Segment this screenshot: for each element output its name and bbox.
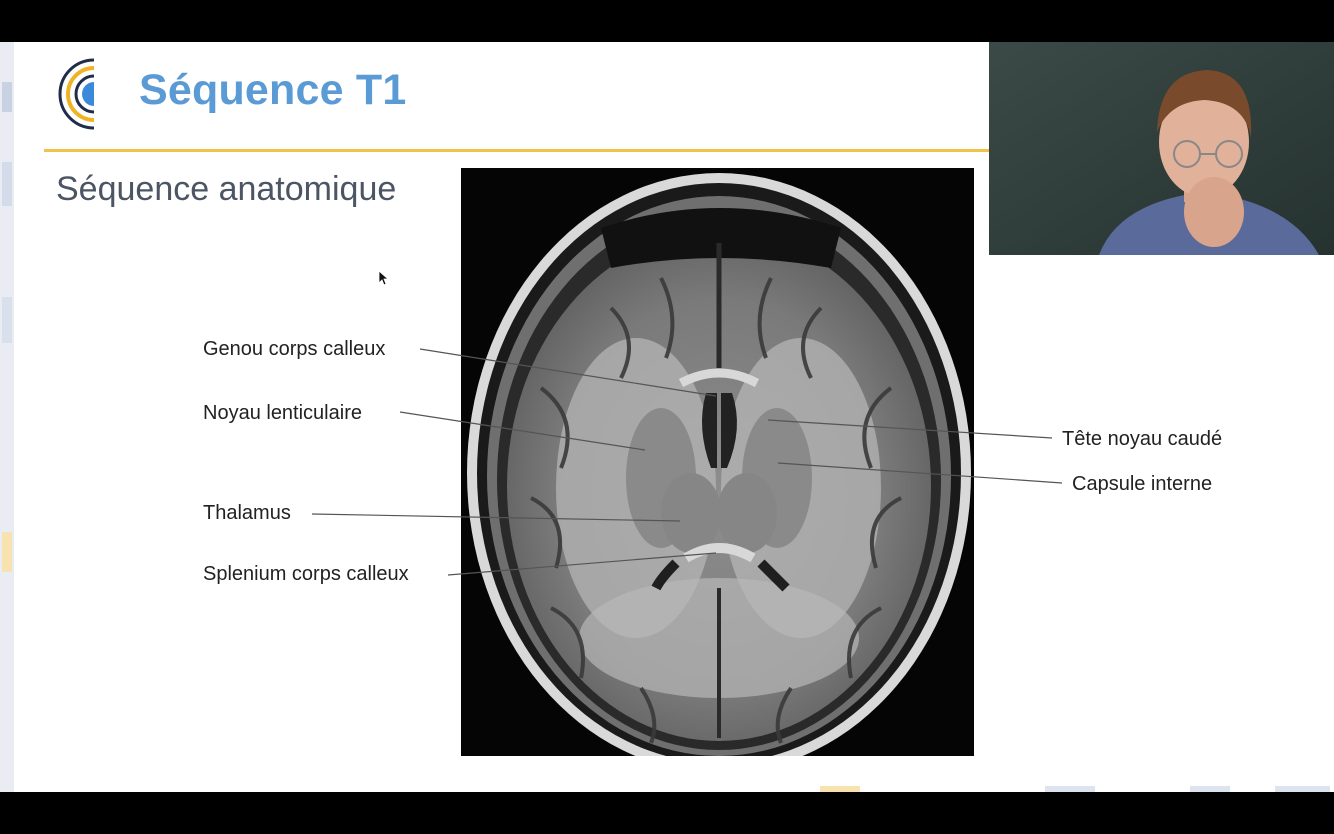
label-genou-corps-calleux: Genou corps calleux (203, 338, 386, 360)
label-tete-noyau-caude: Tête noyau caudé (1062, 428, 1223, 450)
label-splenium-corps-calleux: Splenium corps calleux (203, 563, 409, 585)
presentation-slide: Séquence T1 Séquence anatomique Genou co… (0, 42, 1334, 792)
logo-icon (58, 58, 95, 130)
slide-subtitle: Séquence anatomique (56, 170, 397, 208)
slide-left-edge (0, 42, 14, 792)
label-capsule-interne: Capsule interne (1072, 473, 1213, 495)
mouse-cursor-icon (379, 271, 389, 286)
label-thalamus: Thalamus (203, 502, 291, 524)
mri-axial-image (461, 168, 974, 773)
title-divider (44, 149, 989, 152)
slide-title: Séquence T1 (139, 66, 407, 114)
presenter-webcam (989, 42, 1334, 255)
label-noyau-lenticulaire: Noyau lenticulaire (203, 402, 362, 424)
